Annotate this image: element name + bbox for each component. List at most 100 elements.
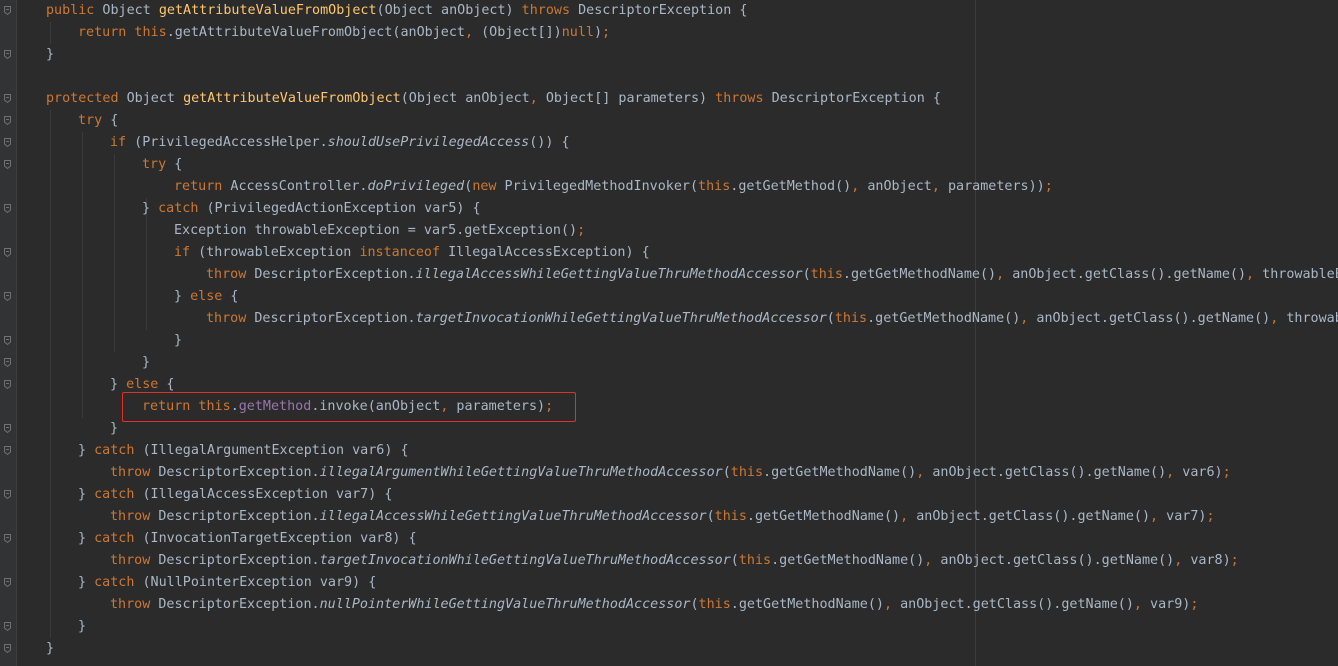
code-token: DescriptorException { <box>570 3 748 18</box>
code-line[interactable]: protected Object getAttributeValueFromOb… <box>46 88 941 110</box>
fold-marker-icon[interactable] <box>4 534 11 543</box>
code-token: throws <box>715 91 764 106</box>
code-token: catch <box>94 575 135 590</box>
code-token: (PrivilegedAccessHelper. <box>126 135 328 150</box>
code-token: try <box>142 157 167 172</box>
code-token: IllegalAccessException) { <box>440 245 650 260</box>
code-token: catch <box>94 487 135 502</box>
fold-marker-icon[interactable] <box>4 336 11 345</box>
code-token: throws <box>521 3 571 18</box>
code-token: } <box>110 421 119 436</box>
code-token: (Object anObject) <box>376 3 522 18</box>
code-token: Object <box>118 91 184 106</box>
code-line[interactable]: } catch (IllegalAccessException var7) { <box>78 484 392 506</box>
code-token: public <box>46 3 95 18</box>
code-token: } <box>142 201 159 216</box>
code-token: anObject.getClass().getName() <box>924 465 1167 480</box>
code-token: , <box>1133 597 1142 612</box>
code-token: else <box>190 289 223 304</box>
code-token: protected <box>46 91 119 106</box>
code-line[interactable]: } catch (InvocationTargetException var8)… <box>78 528 417 550</box>
code-token: , <box>529 91 538 106</box>
code-token: Exception throwableException = var5.getE… <box>174 223 578 238</box>
fold-marker-icon[interactable] <box>4 292 11 301</box>
code-line[interactable]: if (throwableException instanceof Illega… <box>174 242 650 264</box>
code-token: shouldUsePrivilegedAccess <box>327 135 530 150</box>
fold-marker-icon[interactable] <box>4 116 11 125</box>
fold-marker-icon[interactable] <box>4 644 11 653</box>
code-token: else <box>126 377 159 392</box>
fold-marker-icon[interactable] <box>4 424 11 433</box>
fold-marker-icon[interactable] <box>4 6 11 15</box>
code-line[interactable]: throw DescriptorException.targetInvocati… <box>110 550 1239 572</box>
fold-marker-icon[interactable] <box>4 248 11 257</box>
code-token: (IllegalArgumentException var6) { <box>134 443 409 458</box>
code-token: ( <box>802 267 811 282</box>
code-line[interactable]: } else { <box>174 286 239 308</box>
code-line[interactable]: throw DescriptorException.targetInvocati… <box>206 308 1338 330</box>
fold-marker-icon[interactable] <box>4 358 11 367</box>
code-token: ( <box>826 311 835 326</box>
fold-marker-icon[interactable] <box>4 380 11 389</box>
fold-marker-icon[interactable] <box>4 138 11 147</box>
code-token: } <box>78 531 95 546</box>
code-token: this <box>714 509 747 524</box>
code-token: (Object anObject <box>400 91 530 106</box>
code-token: AccessController. <box>222 179 368 194</box>
code-token: (Object[]) <box>473 25 562 40</box>
code-token: return <box>174 179 223 194</box>
code-token: } <box>78 619 87 634</box>
code-line[interactable]: throw DescriptorException.illegalAccessW… <box>110 506 1215 528</box>
fold-marker-icon[interactable] <box>4 490 11 499</box>
code-line[interactable]: } <box>46 44 54 66</box>
code-token: this <box>730 465 764 480</box>
code-line[interactable]: try { <box>78 110 118 132</box>
code-line[interactable]: return AccessController.doPrivileged(new… <box>174 176 1053 198</box>
code-token: this <box>698 179 731 194</box>
fold-marker-icon[interactable] <box>4 160 11 169</box>
code-line[interactable]: } catch (NullPointerException var9) { <box>78 572 376 594</box>
code-line[interactable]: public Object getAttributeValueFromObjec… <box>46 0 747 22</box>
code-token: .getGetMethodName() <box>730 597 884 612</box>
code-line[interactable]: if (PrivilegedAccessHelper.shouldUsePriv… <box>110 132 570 154</box>
code-line[interactable]: return this.getAttributeValueFromObject(… <box>78 22 610 44</box>
code-line[interactable]: throw DescriptorException.nullPointerWhi… <box>110 594 1198 616</box>
code-token: parameters)) <box>939 179 1045 194</box>
code-line[interactable]: } <box>110 418 118 440</box>
code-token: DescriptorException. <box>246 267 416 282</box>
code-token: DescriptorException. <box>150 597 320 612</box>
fold-marker-icon[interactable] <box>4 578 11 587</box>
code-token: Object <box>94 3 159 18</box>
code-token: var7) <box>1158 509 1207 524</box>
code-line[interactable]: } <box>174 330 182 352</box>
code-line[interactable]: Exception throwableException = var5.getE… <box>174 220 585 242</box>
code-token: ( <box>722 465 731 480</box>
code-line[interactable]: } <box>78 616 86 638</box>
code-line[interactable]: } <box>142 352 150 374</box>
code-line[interactable]: } catch (IllegalArgumentException var6) … <box>78 440 409 462</box>
code-token: (PrivilegedActionException var5) { <box>198 201 481 216</box>
code-token: throwab <box>1278 311 1338 326</box>
code-token: .getGetMethodName() <box>842 267 997 282</box>
fold-marker-icon[interactable] <box>4 94 11 103</box>
code-token: DescriptorException. <box>150 465 320 480</box>
code-token: ; <box>577 223 586 238</box>
highlight-box <box>122 392 576 422</box>
code-token: .getGetMethodName() <box>746 509 901 524</box>
code-line[interactable]: } <box>46 638 54 660</box>
code-token: DescriptorException { <box>763 91 941 106</box>
code-line[interactable]: throw DescriptorException.illegalArgumen… <box>110 462 1231 484</box>
fold-marker-icon[interactable] <box>4 50 11 59</box>
fold-marker-icon[interactable] <box>4 622 11 631</box>
code-editor[interactable]: public Object getAttributeValueFromObjec… <box>0 0 1338 666</box>
code-line[interactable]: try { <box>142 154 182 176</box>
code-token: { <box>158 377 175 392</box>
code-token: ; <box>1222 465 1231 480</box>
code-line[interactable]: throw DescriptorException.illegalAccessW… <box>206 264 1338 286</box>
code-token: var8) <box>1182 553 1231 568</box>
code-token: anObject.getClass().getName() <box>908 509 1151 524</box>
fold-marker-icon[interactable] <box>4 446 11 455</box>
code-line[interactable]: } catch (PrivilegedActionException var5)… <box>142 198 481 220</box>
fold-marker-icon[interactable] <box>4 204 11 213</box>
code-token: PrivilegedMethodInvoker( <box>496 179 699 194</box>
